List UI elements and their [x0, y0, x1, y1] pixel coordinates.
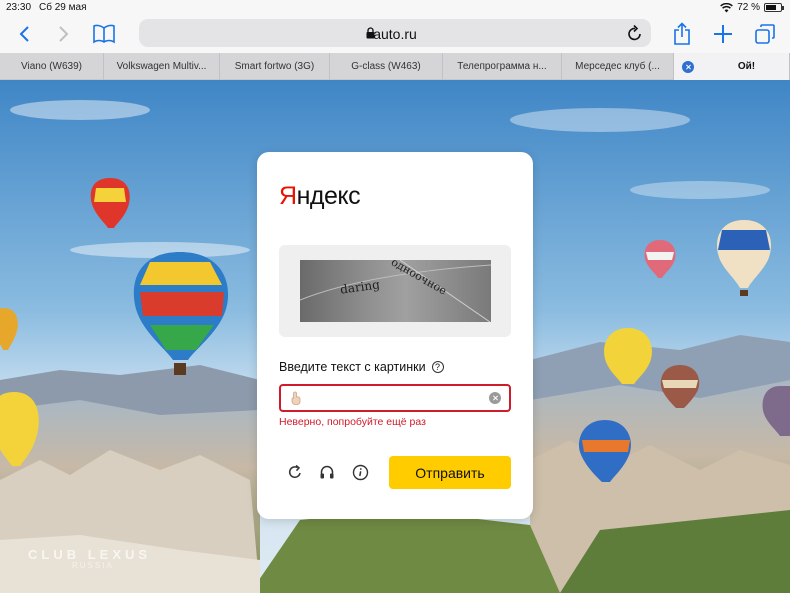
- chevron-left-icon[interactable]: [10, 20, 38, 48]
- tab-volkswagen[interactable]: Volkswagen Multiv...: [104, 53, 220, 80]
- refresh-icon[interactable]: [285, 462, 305, 482]
- question-circle-icon[interactable]: ?: [431, 361, 444, 373]
- tab-smart[interactable]: Smart fortwo (3G): [220, 53, 330, 80]
- tab-label: Viano (W639): [21, 61, 82, 72]
- address-bar[interactable]: auto.ru: [139, 19, 651, 47]
- battery-percent: 72 %: [737, 2, 760, 13]
- captcha-image: daring одноочное: [300, 260, 491, 322]
- url-host: auto.ru: [373, 26, 417, 42]
- tab-label: Мерседес клуб (...: [575, 61, 660, 72]
- tab-label: Volkswagen Multiv...: [116, 61, 207, 72]
- prompt-label: Введите текст с картинки: [279, 360, 426, 374]
- captcha-input-field[interactable]: [279, 384, 511, 412]
- tabs-icon[interactable]: [751, 20, 779, 48]
- tab-tv-program[interactable]: Телепрограмма н...: [443, 53, 562, 80]
- error-message: Неверно, попробуйте ещё раз: [279, 416, 426, 428]
- tab-label: Ой!: [737, 61, 756, 72]
- battery-fill: [766, 5, 777, 10]
- logo-rest: ндекс: [296, 182, 361, 210]
- close-tab-icon[interactable]: [682, 61, 694, 73]
- status-date: Сб 29 мая: [39, 2, 87, 13]
- tab-label: Smart fortwo (3G): [234, 61, 315, 72]
- watermark-subtitle: RUSSIA: [72, 561, 114, 570]
- share-icon[interactable]: [668, 20, 696, 48]
- tab-viano[interactable]: Viano (W639): [0, 53, 104, 80]
- headphones-icon[interactable]: [317, 462, 337, 482]
- tab-mercedes-club[interactable]: Мерседес клуб (...: [562, 53, 674, 80]
- browser-toolbar: auto.ru: [0, 16, 790, 53]
- captcha-card: Яндекс daring одноочное Введите текст с …: [257, 152, 533, 519]
- tab-label: Телепрограмма н...: [457, 61, 547, 72]
- status-right: 72 %: [720, 2, 784, 13]
- tab-active[interactable]: Ой!: [674, 53, 790, 80]
- captcha-input[interactable]: [303, 390, 483, 408]
- chevron-right-icon[interactable]: [50, 20, 78, 48]
- watermark-logo: CLUB LEXUS: [28, 547, 152, 562]
- info-icon[interactable]: [350, 462, 370, 482]
- logo-first-letter: Я: [279, 182, 297, 210]
- tab-bar: Viano (W639) Volkswagen Multiv... Smart …: [0, 53, 790, 80]
- yandex-logo: Яндекс: [279, 182, 361, 211]
- captcha-image-box: daring одноочное: [279, 245, 511, 337]
- book-icon[interactable]: [90, 20, 118, 48]
- finger-cursor-icon: [291, 391, 301, 405]
- captcha-prompt: Введите текст с картинки ?: [279, 360, 444, 374]
- wifi-icon: [720, 2, 734, 12]
- status-bar: 23:30 Сб 29 мая 72 %: [0, 0, 790, 16]
- tab-g-class[interactable]: G-class (W463): [330, 53, 443, 80]
- clear-input-icon[interactable]: [489, 392, 501, 404]
- battery-icon: [764, 3, 784, 12]
- plus-icon[interactable]: [709, 20, 737, 48]
- submit-button[interactable]: Отправить: [389, 456, 511, 489]
- reload-icon[interactable]: [627, 24, 643, 42]
- tab-label: G-class (W463): [351, 61, 421, 72]
- status-time: 23:30: [6, 2, 32, 13]
